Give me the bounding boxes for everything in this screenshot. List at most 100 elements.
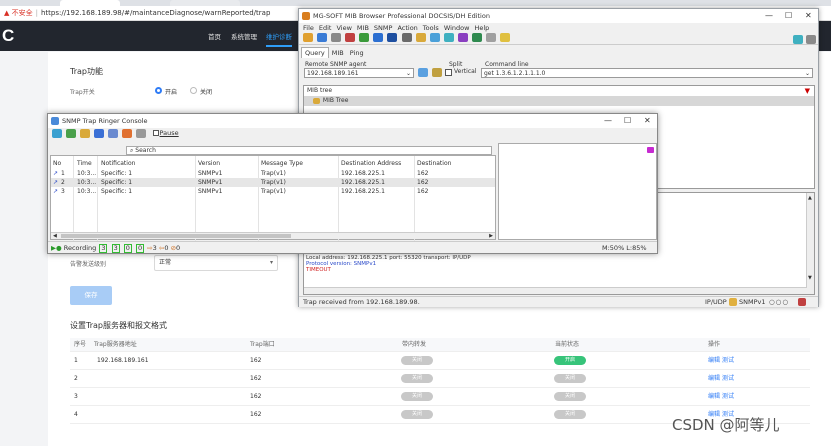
trap-on-label: 开启 xyxy=(165,89,178,96)
home-icon[interactable] xyxy=(806,35,816,44)
command-line-value: get 1.3.6.1.2.1.1.1.0 xyxy=(484,70,546,77)
tools-icon[interactable] xyxy=(471,33,482,42)
scroll-up-icon[interactable]: ▲ xyxy=(808,195,812,201)
save-button[interactable]: 保存 xyxy=(70,286,112,305)
inband-toggle[interactable]: 关闭 xyxy=(401,410,433,419)
output-scrollbar[interactable]: ▲ ▼ xyxy=(806,193,814,294)
trap-search-input[interactable]: ⌕ Search xyxy=(126,146,492,155)
connect-icon[interactable] xyxy=(303,33,313,42)
menu-file[interactable]: File xyxy=(303,24,314,32)
tab-ping[interactable]: Ping xyxy=(347,48,367,58)
clear-icon[interactable] xyxy=(136,128,147,138)
memory-status: M:50% L:85% xyxy=(602,244,647,252)
close-icon[interactable]: ✕ xyxy=(644,114,651,128)
collapse-arrow-icon[interactable]: ▼ xyxy=(805,87,810,95)
test-link[interactable]: 测试 xyxy=(722,370,734,388)
table-icon[interactable] xyxy=(401,33,412,42)
nav-home[interactable]: 首页 xyxy=(208,31,221,41)
open-icon[interactable] xyxy=(80,128,91,138)
maximize-icon[interactable]: ☐ xyxy=(624,114,631,128)
menu-snmp[interactable]: SNMP xyxy=(374,24,393,32)
menu-mib[interactable]: MIB xyxy=(357,24,369,32)
nav-system-management[interactable]: 系统管理 xyxy=(231,31,257,41)
trap-icon[interactable] xyxy=(443,33,454,42)
agent-input[interactable]: 192.168.189.161 ⌄ xyxy=(304,68,414,78)
scroll-thumb[interactable] xyxy=(61,234,291,238)
stop-icon[interactable] xyxy=(331,33,342,42)
minimize-icon[interactable]: — xyxy=(604,114,612,128)
command-line-input[interactable]: get 1.3.6.1.2.1.1.1.0 ⌄ xyxy=(481,68,813,78)
menu-edit[interactable]: Edit xyxy=(319,24,332,32)
maximize-icon[interactable]: ☐ xyxy=(785,9,792,23)
row-port: 162 xyxy=(250,357,262,364)
edit-link[interactable]: 编辑 xyxy=(708,388,720,406)
col-status: 当前状态 xyxy=(555,341,580,348)
find-icon[interactable] xyxy=(500,33,511,42)
trap-off-radio[interactable] xyxy=(190,87,197,94)
status-toggle[interactable]: 关闭 xyxy=(554,374,586,383)
inband-toggle[interactable]: 关闭 xyxy=(401,356,433,365)
output-hscrollbar[interactable] xyxy=(304,287,807,294)
menu-window[interactable]: Window xyxy=(444,24,470,32)
nav-maintenance-diagnose[interactable]: 维护诊断 xyxy=(266,31,292,47)
status-toggle[interactable]: 关闭 xyxy=(554,410,586,419)
not-secure-warning[interactable]: ▲ 不安全 xyxy=(4,9,33,17)
url-text[interactable]: https://192.168.189.98/#/maintanceDiagno… xyxy=(41,9,270,17)
scroll-right-icon[interactable]: ▶ xyxy=(489,233,493,239)
trap-section-title: Trap功能 xyxy=(70,67,103,76)
vertical-checkbox[interactable] xyxy=(445,69,452,76)
count-v1: 3 xyxy=(111,244,120,253)
server-section-title: 设置Trap服务器和报文格式 xyxy=(70,321,167,330)
save-icon[interactable] xyxy=(94,128,105,138)
test-link[interactable]: 测试 xyxy=(722,352,734,370)
info-icon[interactable] xyxy=(387,33,398,42)
compile-icon[interactable] xyxy=(429,33,440,42)
col-server-address: Trap服务器地址 xyxy=(94,341,137,348)
status-toggle[interactable]: 关闭 xyxy=(554,392,586,401)
agent-settings-icon[interactable] xyxy=(432,68,442,77)
pause-checkbox[interactable] xyxy=(152,130,159,136)
mib-icon[interactable] xyxy=(415,33,426,42)
options-icon[interactable] xyxy=(486,33,497,42)
tab-query[interactable]: Query xyxy=(301,47,329,58)
edit-icon[interactable] xyxy=(66,128,77,138)
mib-title-bar[interactable]: MG-SOFT MIB Browser Professional DOCSIS/… xyxy=(299,9,818,23)
agent-properties-icon[interactable] xyxy=(418,68,428,77)
test-link[interactable]: 测试 xyxy=(722,388,734,406)
trap-title-bar[interactable]: SNMP Trap Ringer Console — ☐ ✕ xyxy=(48,114,657,128)
query-icon[interactable] xyxy=(317,33,328,42)
list-item[interactable]: ↗ 2 10:3... Specific: 1 SNMPv1 Trap(v1) … xyxy=(51,178,495,187)
menu-help[interactable]: Help xyxy=(474,24,489,32)
detail-pin-icon[interactable] xyxy=(647,147,654,153)
chevron-down-icon: ⌄ xyxy=(405,70,411,77)
close-icon[interactable]: ✕ xyxy=(805,9,812,23)
minimize-icon[interactable]: — xyxy=(765,9,773,23)
getnext-icon[interactable] xyxy=(373,33,384,42)
menu-view[interactable]: View xyxy=(336,24,351,32)
edit-link[interactable]: 编辑 xyxy=(708,352,720,370)
list-hscrollbar[interactable]: ◀ ▶ xyxy=(51,232,495,239)
menu-tools[interactable]: Tools xyxy=(423,24,439,32)
scroll-left-icon[interactable]: ◀ xyxy=(53,233,57,239)
list-item[interactable]: ↗ 1 10:3... Specific: 1 SNMPv1 Trap(v1) … xyxy=(51,169,495,178)
edit-link[interactable]: 编辑 xyxy=(708,370,720,388)
trap-on-radio[interactable] xyxy=(155,87,162,94)
tab-mib[interactable]: MIB xyxy=(329,48,347,58)
mib-tree-root[interactable]: MIB Tree xyxy=(304,96,814,106)
menu-action[interactable]: Action xyxy=(397,24,417,32)
filter-icon[interactable] xyxy=(108,128,119,138)
status-version: SNMPv1 xyxy=(739,298,766,306)
walk-icon[interactable] xyxy=(345,33,356,42)
scroll-down-icon[interactable]: ▼ xyxy=(808,275,812,281)
inband-toggle[interactable]: 关闭 xyxy=(401,392,433,401)
trap-type: Trap(v1) xyxy=(261,188,286,195)
get-icon[interactable] xyxy=(359,33,370,42)
ping-icon[interactable] xyxy=(457,33,468,42)
settings-icon[interactable] xyxy=(52,128,62,138)
list-item[interactable]: ↗ 3 10:3... Specific: 1 SNMPv1 Trap(v1) … xyxy=(51,187,495,196)
rules-icon[interactable] xyxy=(122,128,133,138)
alarm-level-select[interactable]: 正常 ▾ xyxy=(154,255,278,271)
status-toggle[interactable]: 开启 xyxy=(554,356,586,365)
help-icon[interactable] xyxy=(793,35,803,44)
inband-toggle[interactable]: 关闭 xyxy=(401,374,433,383)
